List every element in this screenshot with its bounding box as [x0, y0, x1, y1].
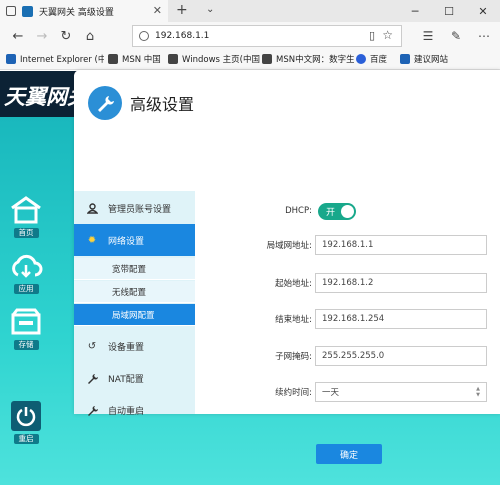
subnet-mask-label: 子网掩码:	[275, 352, 312, 362]
start-ip-label: 起始地址:	[275, 279, 312, 289]
reading-view-icon[interactable]: ▯	[369, 29, 375, 42]
site-favicon-icon	[22, 5, 33, 17]
lan-settings-form: DHCP: 开 局域网地址: 192.168.1.1 起始地址: 192.168…	[195, 191, 500, 464]
maximize-icon[interactable]: ☐	[432, 0, 466, 22]
nav-home[interactable]: 首页	[8, 195, 44, 238]
favorites-hub-icon[interactable]: ☰	[416, 22, 440, 50]
wrench-icon	[88, 86, 122, 120]
start-ip-row: 起始地址: 192.168.1.2	[195, 273, 500, 293]
storage-icon	[11, 308, 41, 335]
menu-device-reset[interactable]: ↺ 设备重置	[74, 330, 195, 362]
power-icon	[16, 407, 36, 427]
lan-ip-input[interactable]: 192.168.1.1	[315, 235, 487, 255]
end-ip-input[interactable]: 192.168.1.254	[315, 309, 487, 329]
lease-time-row: 续约时间: 一天 ▲ ▼	[195, 382, 500, 402]
star-icon	[108, 54, 118, 64]
back-icon[interactable]: ←	[6, 24, 30, 48]
subnet-mask-row: 子网掩码: 255.255.255.0	[195, 346, 500, 366]
address-bar[interactable]: 192.168.1.1 ▯ ☆	[132, 25, 402, 47]
gear-icon: ✹	[87, 234, 97, 246]
forward-icon[interactable]: →	[30, 24, 54, 48]
cloud-icon	[12, 254, 43, 278]
wrench-icon	[86, 404, 98, 416]
dhcp-label: DHCP:	[285, 206, 312, 216]
end-ip-row: 结束地址: 192.168.1.254	[195, 309, 500, 329]
new-tab-icon[interactable]: +	[176, 2, 188, 18]
address-url[interactable]: 192.168.1.1	[155, 31, 209, 41]
subnet-mask-input[interactable]: 255.255.255.0	[315, 346, 487, 366]
favorite-item[interactable]: 建议网站	[400, 53, 464, 65]
lease-time-label: 续约时间:	[275, 388, 312, 398]
dhcp-toggle-state: 开	[326, 208, 336, 218]
favorite-item[interactable]: Windows 主页(中国)	[168, 53, 260, 65]
submenu-wireless[interactable]: 无线配置	[74, 281, 195, 303]
favorites-bar: Internet Explorer (中国 MSN 中国 Windows 主页(…	[0, 50, 500, 70]
star-icon	[168, 54, 178, 64]
star-icon	[262, 54, 272, 64]
settings-menu: 管理员账号设置 ✹ 网络设置 宽带配置 无线配置 局域网配置 ↺ 设备重置 NA…	[74, 191, 195, 417]
wrench-icon	[86, 372, 98, 384]
lan-ip-row: 局域网地址: 192.168.1.1	[195, 235, 500, 255]
submenu-lan[interactable]: 局域网配置	[74, 304, 195, 326]
dhcp-row: DHCP: 开	[195, 201, 500, 221]
favorite-item[interactable]: MSN中文网：数字生	[262, 53, 354, 65]
more-icon[interactable]: ⋯	[472, 22, 496, 50]
nav-apps[interactable]: 应用	[8, 251, 44, 294]
home-icon	[11, 196, 41, 224]
notes-icon[interactable]: ✎	[444, 22, 468, 50]
tab-actions-icon[interactable]	[6, 6, 16, 16]
left-nav: 首页 应用 存储 重启	[0, 117, 52, 485]
menu-network-settings[interactable]: ✹ 网络设置	[74, 224, 195, 256]
favorite-star-icon[interactable]: ☆	[382, 28, 393, 42]
close-tab-icon[interactable]: ✕	[153, 4, 162, 17]
home-icon[interactable]: ⌂	[78, 24, 102, 48]
lease-time-select[interactable]: 一天 ▲ ▼	[315, 382, 487, 402]
user-icon	[86, 202, 98, 214]
menu-auto-reboot[interactable]: 自动重启	[74, 394, 195, 426]
select-arrows-icon: ▲ ▼	[476, 386, 480, 398]
baidu-icon	[356, 54, 366, 64]
menu-admin-account[interactable]: 管理员账号设置	[74, 192, 195, 224]
page-title: 高级设置	[130, 95, 195, 114]
tab-title: 天翼网关 高级设置	[39, 7, 114, 18]
chevron-down-icon[interactable]: ⌄	[206, 4, 214, 15]
confirm-button[interactable]: 确定	[316, 444, 382, 464]
favorite-item[interactable]: MSN 中国	[108, 53, 168, 65]
close-window-icon[interactable]: ✕	[466, 0, 500, 22]
end-ip-label: 结束地址:	[275, 315, 312, 325]
star-icon	[6, 54, 16, 64]
suggested-sites-icon	[400, 54, 410, 64]
favorite-item[interactable]: 百度	[356, 53, 396, 65]
globe-icon	[139, 31, 149, 41]
start-ip-input[interactable]: 192.168.1.2	[315, 273, 487, 293]
refresh-icon[interactable]: ↻	[54, 24, 78, 48]
browser-tab[interactable]: 天翼网关 高级设置 ✕	[0, 0, 168, 22]
dhcp-toggle[interactable]: 开	[318, 203, 356, 220]
toggle-knob	[341, 205, 354, 218]
browser-tab-strip: 天翼网关 高级设置 ✕ + ⌄ ─ ☐ ✕	[0, 0, 500, 22]
minimize-icon[interactable]: ─	[398, 0, 432, 22]
reset-icon: ↺	[87, 340, 97, 352]
nav-storage[interactable]: 存储	[8, 307, 44, 350]
submenu-broadband[interactable]: 宽带配置	[74, 258, 195, 280]
panel-header: 高级设置	[88, 86, 194, 120]
nav-reboot[interactable]: 重启	[8, 401, 44, 444]
lease-time-value: 一天	[322, 388, 340, 398]
menu-nat-config[interactable]: NAT配置	[74, 362, 195, 394]
power-button-box	[11, 401, 41, 431]
lan-ip-label: 局域网地址:	[266, 241, 312, 251]
favorite-item[interactable]: Internet Explorer (中国	[6, 53, 104, 65]
